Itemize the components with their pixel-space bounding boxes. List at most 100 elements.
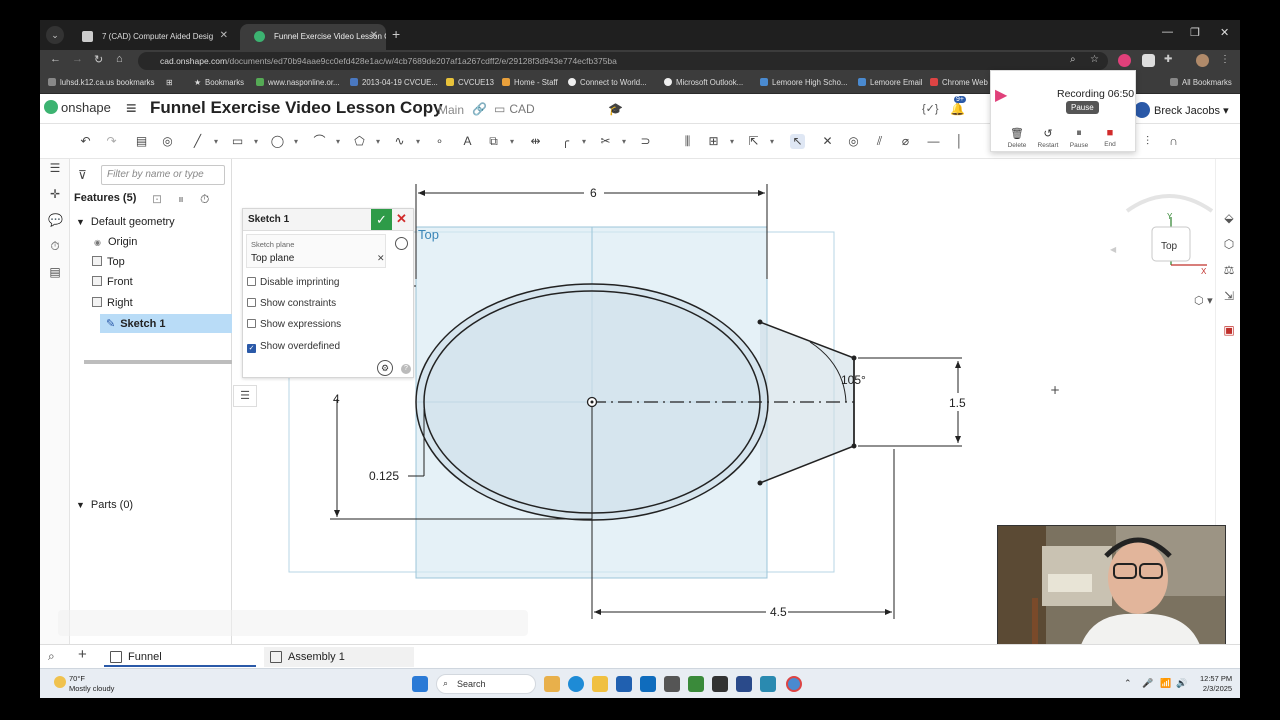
apps-grid-icon[interactable]: ⊞ [166, 78, 173, 87]
windows-start-icon[interactable] [412, 676, 428, 692]
constraint-icon[interactable]: ⫶ [1140, 134, 1155, 149]
url-field[interactable]: cad.onshape.com/documents/ed70b94aae9cc0… [138, 52, 1108, 70]
mass-properties-icon[interactable]: ⚖ [1221, 263, 1237, 279]
show-overdefined-checkbox[interactable]: ✓ Show overdefined [247, 341, 340, 353]
history-clock-icon[interactable] [395, 237, 408, 250]
user-menu[interactable]: Breck Jacobs ▾ [1134, 102, 1229, 118]
taskbar-clock[interactable]: 12:57 PM 2/3/2025 [1200, 674, 1232, 694]
pattern-tool-icon[interactable]: ⊞ [706, 134, 721, 149]
taskbar-app-icon[interactable] [688, 676, 704, 692]
tab-manager-icon[interactable]: ⌕ [48, 649, 55, 664]
insert-icon[interactable]: ✛ [48, 187, 62, 201]
concentric-constraint-icon[interactable]: ◎ [846, 134, 861, 149]
taskbar-search[interactable]: ⌕ Search [436, 674, 536, 694]
branch-label[interactable]: Main [438, 103, 464, 117]
tab-assembly-1[interactable]: Assembly 1 [264, 647, 414, 667]
store-icon[interactable] [616, 676, 632, 692]
chevron-down-icon[interactable]: ▾ [414, 134, 422, 149]
onshape-logo[interactable]: onshape [44, 100, 111, 115]
chrome-icon[interactable] [786, 676, 802, 692]
add-tab-icon[interactable]: + [78, 646, 87, 663]
undo-icon[interactable]: ↶ [78, 134, 93, 149]
feature-filter-input[interactable]: Filter by name or type [101, 165, 225, 185]
puzzle-icon[interactable]: ✚ [1164, 54, 1177, 67]
rollback-bar[interactable] [84, 360, 236, 364]
taskbar-app-icon[interactable] [712, 676, 728, 692]
reload-icon[interactable]: ↻ [94, 53, 103, 66]
chevron-down-icon[interactable]: ▾ [334, 134, 342, 149]
comments-icon[interactable]: 💬 [48, 213, 63, 227]
parts-heading[interactable]: ▼ Parts (0) [76, 499, 133, 511]
circle-tool-icon[interactable]: ◯ [270, 134, 285, 149]
parallel-constraint-icon[interactable]: ⫽ [872, 134, 887, 149]
measure-icon[interactable]: ⇲ [1221, 289, 1237, 305]
construction-icon[interactable]: ⧉ [486, 134, 501, 149]
document-menu-icon[interactable]: ≡ [126, 98, 137, 119]
parts-cube-icon[interactable]: ⬡ [1221, 237, 1237, 253]
learning-center-icon[interactable]: 🎓 [608, 102, 623, 116]
screencastify-extension-icon[interactable] [1118, 54, 1131, 67]
variables-icon[interactable]: {✓} [922, 102, 939, 115]
outlook-icon[interactable] [640, 676, 656, 692]
bookmark-item[interactable]: Connect to World... [568, 78, 647, 87]
chevron-down-icon[interactable]: ▾ [768, 134, 776, 149]
sketch-plane-field[interactable]: Sketch plane Top plane ✕ [246, 234, 386, 268]
tangent-arc-icon[interactable]: ↖ [790, 134, 805, 149]
taskbar-app-icon[interactable] [544, 676, 560, 692]
clipboard-icon[interactable]: ▤ [134, 134, 149, 149]
tab-funnel[interactable]: Funnel [104, 647, 256, 667]
volume-icon[interactable]: 🔊 [1176, 678, 1187, 689]
chevron-down-icon[interactable]: ▾ [580, 134, 588, 149]
add-folder-icon[interactable]: ⊡ [152, 192, 162, 206]
offset-tool-icon[interactable]: ⊃ [638, 134, 653, 149]
zoom-icon[interactable]: ⌕ [1070, 54, 1083, 67]
filter-icon[interactable]: ⊽ [78, 168, 87, 182]
wifi-icon[interactable]: 📶 [1160, 678, 1171, 689]
bookmark-item[interactable]: luhsd.k12.ca.us bookmarks [48, 78, 154, 87]
pause-icon[interactable]: ⏸ [178, 192, 184, 207]
browser-tab-funnel[interactable]: Funnel Exercise Video Lesson C ✕ [240, 24, 386, 50]
polygon-tool-icon[interactable]: ⬠ [352, 134, 367, 149]
chevron-down-icon[interactable]: ▾ [728, 134, 736, 149]
appearance-icon[interactable]: ⬙ [1221, 211, 1237, 227]
bookmark-item[interactable]: 2013-04-19 CVCUE... [350, 78, 438, 87]
accept-button[interactable]: ✓ [371, 209, 392, 230]
line-tool-icon[interactable]: ╱ [190, 134, 205, 149]
disable-imprinting-checkbox[interactable]: Disable imprinting [247, 277, 339, 288]
recorder-delete-button[interactable]: 🗑 Delete [1003, 127, 1031, 149]
weather-widget[interactable]: 70°F Mostly cloudy [54, 674, 114, 694]
history-icon[interactable]: ⏱ [48, 239, 62, 253]
chevron-down-icon[interactable]: ▾ [212, 134, 220, 149]
rollback-timer-icon[interactable]: ⏱ [200, 192, 209, 207]
feature-right-plane[interactable]: Right [92, 297, 133, 309]
browser-tab-cad-course[interactable]: 7 (CAD) Computer Aided Desig ✕ [68, 24, 236, 50]
home-icon[interactable]: ⌂ [116, 53, 123, 65]
show-expressions-checkbox[interactable]: Show expressions [247, 319, 341, 330]
help-icon[interactable]: ? [401, 364, 411, 374]
properties-icon[interactable]: ▤ [48, 265, 62, 279]
annotation-toolbar[interactable] [58, 610, 528, 636]
minimize-icon[interactable]: — [1162, 26, 1173, 38]
close-window-icon[interactable]: ✕ [1220, 26, 1229, 39]
vertical-constraint-icon[interactable]: │ [952, 134, 967, 149]
coincident-constraint-icon[interactable]: ✕ [820, 134, 835, 149]
recorder-restart-button[interactable]: ↺ Restart [1034, 127, 1062, 149]
notifications-icon[interactable]: 🔔 [950, 102, 965, 116]
chevron-down-icon[interactable]: ▾ [508, 134, 516, 149]
close-tab-icon[interactable]: ✕ [220, 30, 228, 41]
edge-icon[interactable] [568, 676, 584, 692]
rectangle-tool-icon[interactable]: ▭ [230, 134, 245, 149]
file-explorer-icon[interactable] [592, 676, 608, 692]
spline-tool-icon[interactable]: ∿ [392, 134, 407, 149]
bookmark-item[interactable]: Microsoft Outlook... [664, 78, 743, 87]
default-geometry-group[interactable]: ▼ Default geometry [76, 216, 175, 228]
variable-studio-icon[interactable]: ▣ [1221, 323, 1237, 339]
trim-tool-icon[interactable]: ✂ [598, 134, 613, 149]
recorder-end-button[interactable]: ■ End [1096, 127, 1124, 148]
extension-icon[interactable] [1142, 54, 1155, 67]
bookmark-item[interactable]: www.nasponline.or... [256, 78, 340, 87]
kebab-menu-icon[interactable]: ⋮ [1220, 54, 1233, 67]
restore-icon[interactable]: ❐ [1190, 26, 1200, 39]
horizontal-constraint-icon[interactable]: — [926, 134, 941, 149]
bookmark-item[interactable]: Chrome Web [930, 78, 988, 87]
